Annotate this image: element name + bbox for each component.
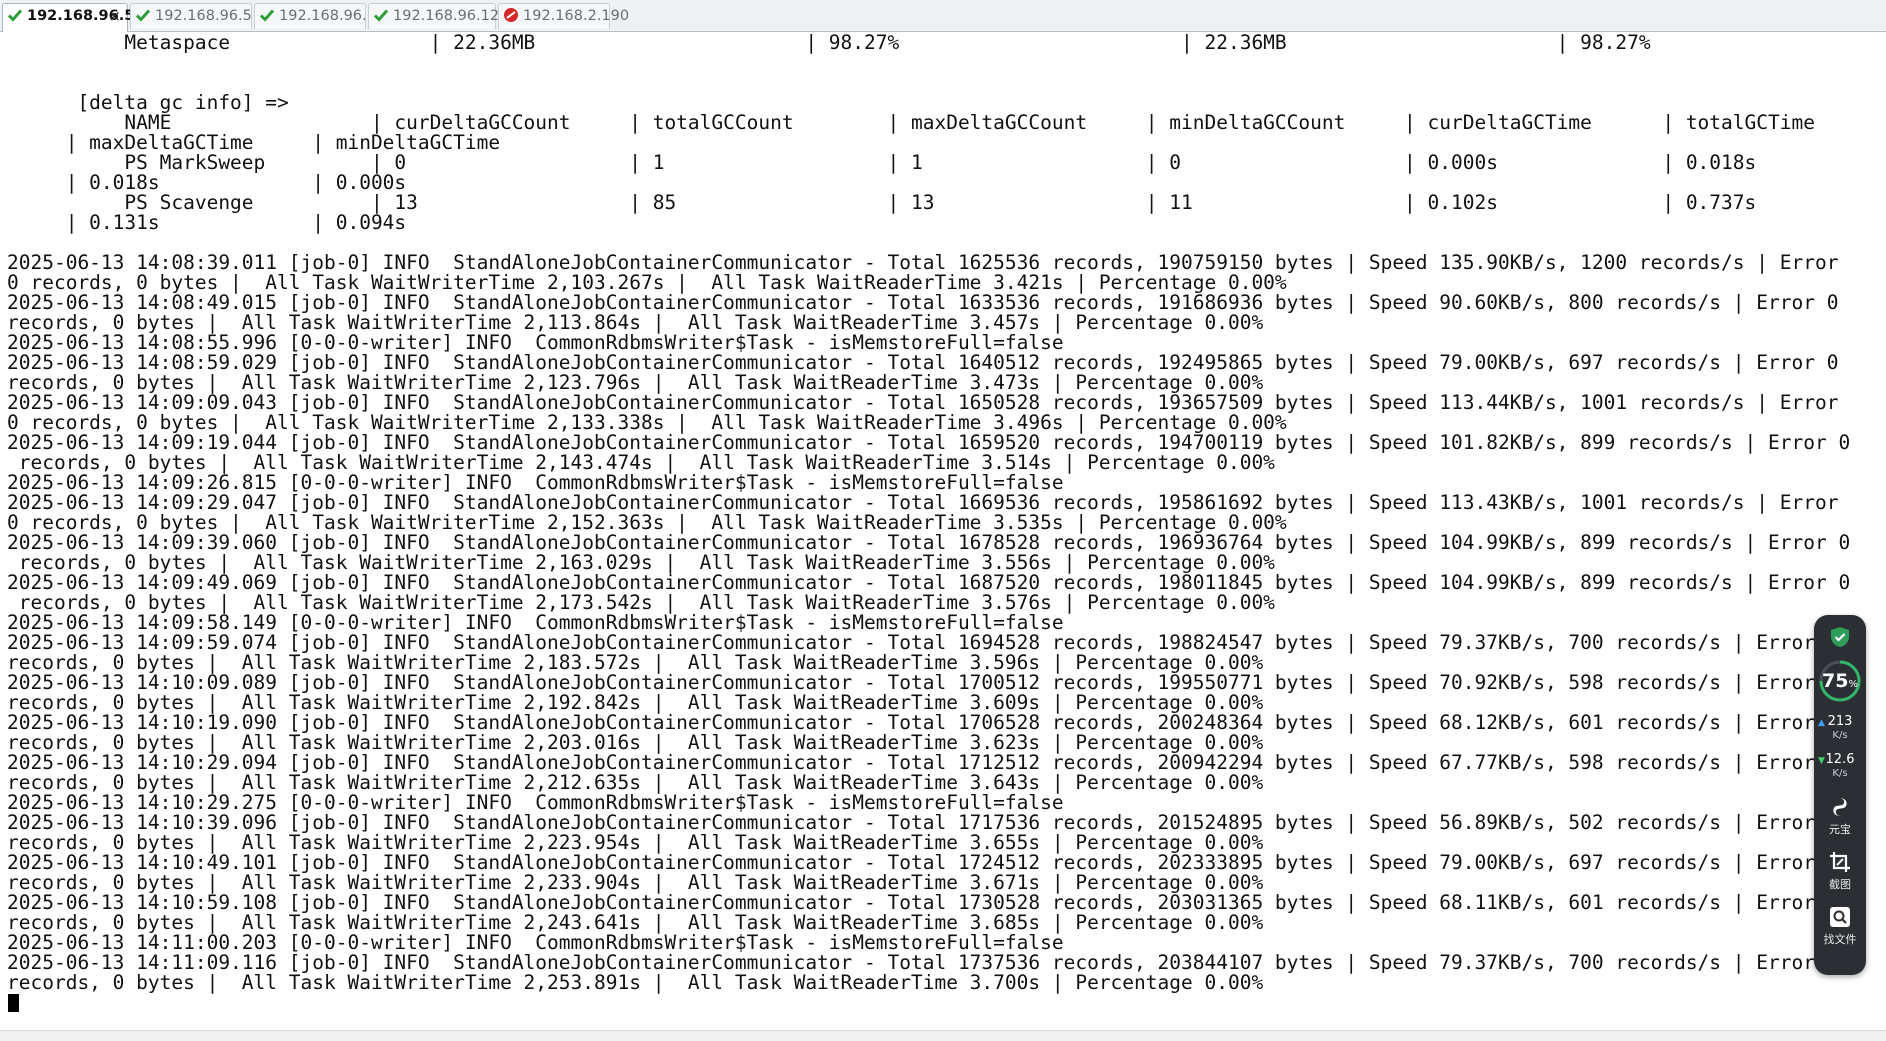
find-file-label: 找文件 <box>1823 933 1857 946</box>
tab-192-168-96-5-1[interactable]: 192.168.96.5 (1) <box>130 3 277 29</box>
terminal-line: 2025-06-13 14:09:59.074 [job-0] INFO Sta… <box>7 631 1839 654</box>
tab-label: 192.168.2.190 <box>523 8 630 24</box>
terminal-line: 2025-06-13 14:10:39.096 [job-0] INFO Sta… <box>7 811 1839 834</box>
cpu-percent-readout: 75% <box>1814 671 1866 695</box>
terminal-line: 2025-06-13 14:10:59.108 [job-0] INFO Sta… <box>7 891 1839 914</box>
terminal-line: [delta gc info] => <box>7 91 289 114</box>
terminal-line: 2025-06-13 14:08:55.996 [0-0-0-writer] I… <box>7 331 1064 354</box>
screenshot-button[interactable]: 截图 <box>1814 850 1866 892</box>
download-speed: 12.6 K/s <box>1814 753 1866 781</box>
terminal-line: 2025-06-13 14:10:19.090 [job-0] INFO Sta… <box>7 711 1839 734</box>
screenshot-icon <box>1830 852 1850 872</box>
session-tab-bar: 192.168.96.5 × 192.168.96.5 (1) 192.168.… <box>0 0 1886 32</box>
terminal-line: 2025-06-13 14:09:26.815 [0-0-0-writer] I… <box>7 471 1064 494</box>
terminal-cursor <box>8 994 19 1012</box>
terminal-line: 2025-06-13 14:11:09.116 [job-0] INFO Sta… <box>7 951 1839 974</box>
terminal-line: 2025-06-13 14:09:09.043 [job-0] INFO Sta… <box>7 391 1839 414</box>
terminal-line: 2025-06-13 14:09:39.060 [job-0] INFO Sta… <box>7 531 1851 554</box>
check-icon <box>135 9 151 22</box>
terminal-line: 2025-06-13 14:11:00.203 [0-0-0-writer] I… <box>7 931 1064 954</box>
terminal-line: records, 0 bytes | All Task WaitWriterTi… <box>7 731 1264 754</box>
terminal-line: | maxDeltaGCTime | minDeltaGCTime <box>7 131 501 154</box>
terminal-line: records, 0 bytes | All Task WaitWriterTi… <box>7 311 1264 334</box>
terminal-line: 2025-06-13 14:10:49.101 [job-0] INFO Sta… <box>7 851 1839 874</box>
tab-192-168-96-5[interactable]: 192.168.96.5 × <box>2 3 134 32</box>
terminal-line: records, 0 bytes | All Task WaitWriterTi… <box>7 771 1264 794</box>
terminal-line: 2025-06-13 14:09:19.044 [job-0] INFO Sta… <box>7 431 1851 454</box>
upload-speed-unit: K/s <box>1832 730 1848 741</box>
terminal-line: | 0.131s | 0.094s <box>7 211 407 234</box>
terminal-line: records, 0 bytes | All Task WaitWriterTi… <box>7 651 1264 674</box>
yuanbao-icon <box>1833 798 1847 816</box>
terminal-output[interactable]: Metaspace | 22.36MB | 98.27% | 22.36MB |… <box>0 32 1886 1031</box>
terminal-line: Metaspace | 22.36MB | 98.27% | 22.36MB |… <box>7 32 1651 54</box>
terminal-line: 0 records, 0 bytes | All Task WaitWriter… <box>7 271 1287 294</box>
download-speed-unit: K/s <box>1832 768 1848 779</box>
terminal-line: records, 0 bytes | All Task WaitWriterTi… <box>7 831 1264 854</box>
terminal-line: NAME | curDeltaGCCount | totalGCCount | … <box>7 111 1815 134</box>
terminal-line: | 0.018s | 0.000s <box>7 171 407 194</box>
terminal-line: records, 0 bytes | All Task WaitWriterTi… <box>7 971 1264 994</box>
terminal-line: records, 0 bytes | All Task WaitWriterTi… <box>7 371 1264 394</box>
terminal-line: records, 0 bytes | All Task WaitWriterTi… <box>7 691 1264 714</box>
terminal-line: 0 records, 0 bytes | All Task WaitWriter… <box>7 511 1287 534</box>
screenshot-label: 截图 <box>1829 878 1851 891</box>
cpu-percent-value: 75 <box>1822 670 1849 692</box>
terminal-line: records, 0 bytes | All Task WaitWriterTi… <box>7 451 1275 474</box>
terminal-line: 0 records, 0 bytes | All Task WaitWriter… <box>7 411 1287 434</box>
status-strip <box>0 1030 1886 1041</box>
find-file-button[interactable]: 找文件 <box>1814 905 1866 947</box>
tab-192-168-96-12-1[interactable]: 192.168.96.12 (1) <box>368 3 524 29</box>
download-speed-value: 12.6 <box>1825 752 1855 767</box>
terminal-line: 2025-06-13 14:08:59.029 [job-0] INFO Sta… <box>7 351 1839 374</box>
yuanbao-button[interactable]: 元宝 <box>1814 795 1866 837</box>
terminal-line: 2025-06-13 14:09:49.069 [job-0] INFO Sta… <box>7 571 1851 594</box>
terminal-line: records, 0 bytes | All Task WaitWriterTi… <box>7 551 1275 574</box>
terminal-line: records, 0 bytes | All Task WaitWriterTi… <box>7 591 1275 614</box>
tab-close-button[interactable]: × <box>108 4 121 29</box>
terminal-line: records, 0 bytes | All Task WaitWriterTi… <box>7 911 1264 934</box>
check-icon <box>373 9 389 22</box>
check-icon <box>7 9 23 22</box>
terminal-line: PS Scavenge | 13 | 85 | 13 | 11 | 0.102s… <box>7 191 1757 214</box>
check-icon <box>259 9 275 22</box>
shield-check-icon[interactable] <box>1828 625 1852 649</box>
system-monitor-widget[interactable]: 75% ▲ 213 K/s ▼ 12.6 K/s 元宝 截图 找文件 <box>1814 615 1866 975</box>
percent-sign: % <box>1848 679 1858 690</box>
upload-speed: 213 K/s <box>1814 715 1866 743</box>
terminal-line: 2025-06-13 14:10:29.275 [0-0-0-writer] I… <box>7 791 1064 814</box>
terminal-line: 2025-06-13 14:09:58.149 [0-0-0-writer] I… <box>7 611 1064 634</box>
terminal-line: PS MarkSweep | 0 | 1 | 1 | 0 | 0.000s | … <box>7 151 1757 174</box>
upload-speed-value: 213 <box>1827 714 1853 729</box>
terminal-line: 2025-06-13 14:10:29.094 [job-0] INFO Sta… <box>7 751 1839 774</box>
disconnected-icon <box>504 8 518 22</box>
terminal-line: 2025-06-13 14:08:39.011 [job-0] INFO Sta… <box>7 251 1839 274</box>
tab-192-168-2-190[interactable]: 192.168.2.190 <box>498 3 629 29</box>
terminal-line: 2025-06-13 14:10:09.089 [job-0] INFO Sta… <box>7 671 1839 694</box>
find-file-icon <box>1830 907 1850 927</box>
tab-192-168-96-12[interactable]: 192.168.96.12 <box>254 3 385 29</box>
terminal-line: records, 0 bytes | All Task WaitWriterTi… <box>7 871 1264 894</box>
yuanbao-label: 元宝 <box>1829 823 1851 836</box>
terminal-line: 2025-06-13 14:09:29.047 [job-0] INFO Sta… <box>7 491 1839 514</box>
terminal-line: 2025-06-13 14:08:49.015 [job-0] INFO Sta… <box>7 291 1839 314</box>
